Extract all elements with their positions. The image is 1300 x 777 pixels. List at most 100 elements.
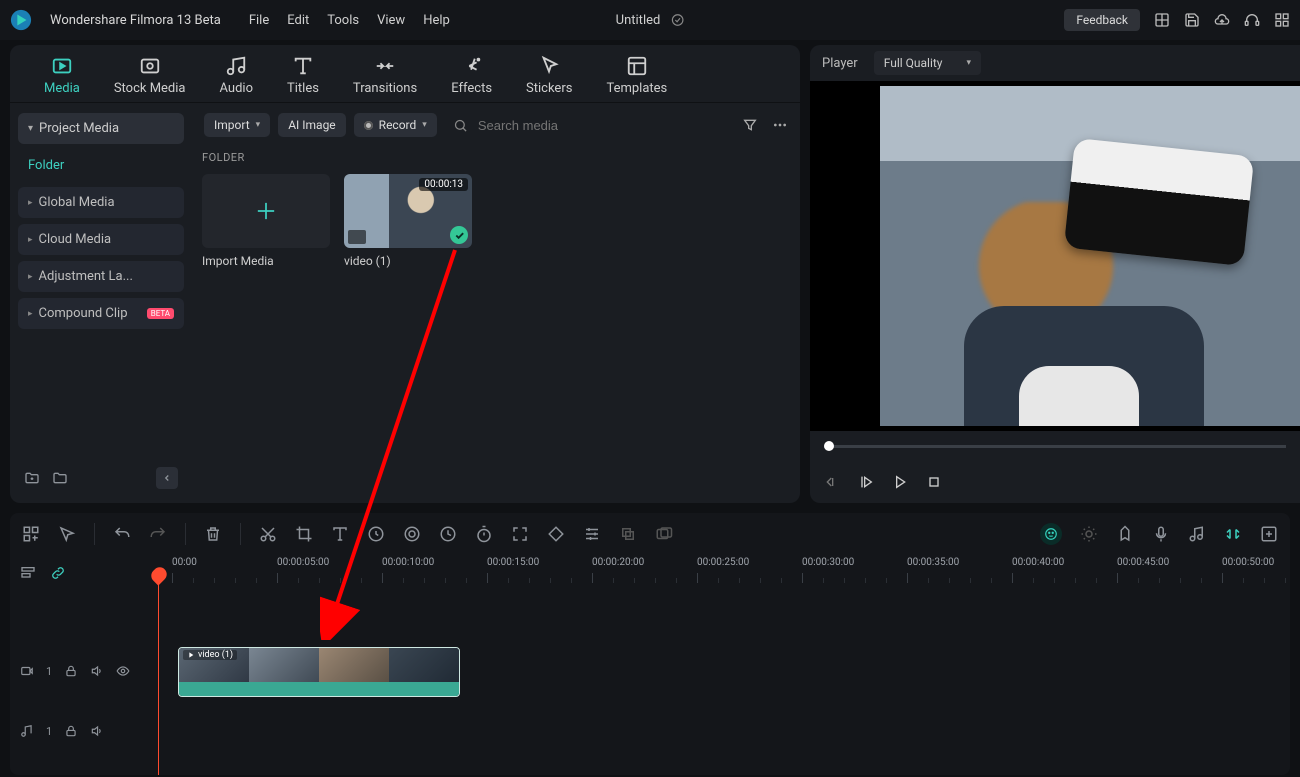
save-icon[interactable] [1184,12,1200,28]
video-track-icon [20,664,34,678]
layout-icon[interactable] [1154,12,1170,28]
sidebar-cloud-media[interactable]: ▸ Cloud Media [18,224,184,255]
step-icon[interactable] [858,474,874,490]
lock-icon[interactable] [64,724,78,738]
mute-icon[interactable] [90,724,104,738]
speed-icon[interactable] [439,525,457,543]
timeline-clip[interactable]: video (1) [178,647,460,697]
menu-help[interactable]: Help [423,13,450,28]
sidebar-adjustment-layer[interactable]: ▸ Adjustment La... [18,261,184,292]
ai-assistant-icon[interactable] [1040,523,1062,545]
ruler-tick-label: 00:00:05:00 [277,557,329,568]
timer-icon[interactable] [475,525,493,543]
voiceover-icon[interactable] [1152,525,1170,543]
tab-transitions[interactable]: Transitions [353,55,417,96]
render-icon[interactable] [655,525,673,543]
undo-icon[interactable] [113,525,131,543]
media-icon [51,55,73,77]
colorwheel-icon[interactable] [403,525,421,543]
track-manager-icon[interactable] [20,565,36,581]
record-button[interactable]: Record ▾ [354,113,437,137]
delete-icon[interactable] [204,525,222,543]
apps-icon[interactable] [1274,12,1290,28]
pointer-icon[interactable] [58,525,76,543]
ruler-tick-label: 00:00:35:00 [907,557,959,568]
keyframe-icon[interactable] [547,525,565,543]
new-bin-icon[interactable] [52,470,68,486]
crop-icon[interactable] [295,525,313,543]
time-ruler[interactable]: 00:0000:00:05:0000:00:10:0000:00:15:0000… [168,555,1290,591]
import-media-box[interactable] [202,174,330,248]
cloud-upload-icon[interactable] [1214,12,1230,28]
cloud-sync-icon[interactable] [670,13,684,27]
group-icon[interactable] [619,525,637,543]
timeline-toolbar [10,513,1290,555]
sidebar-folder[interactable]: Folder [18,150,184,181]
sidebar-compound-clip-label: Compound Clip [39,306,128,321]
mute-icon[interactable] [90,664,104,678]
preview-progress[interactable] [810,431,1300,461]
prev-frame-icon[interactable] [824,474,840,490]
tab-media[interactable]: Media [44,55,80,96]
adjust-icon[interactable] [583,525,601,543]
expand-icon[interactable] [1260,525,1278,543]
marker-icon[interactable] [1116,525,1134,543]
new-folder-icon[interactable] [24,470,40,486]
menu-view[interactable]: View [377,13,405,28]
titlebar: Wondershare Filmora 13 Beta File Edit To… [0,0,1300,40]
tab-titles-label: Titles [287,81,319,96]
play-icon[interactable] [892,474,908,490]
tab-stock-media[interactable]: Stock Media [114,55,186,96]
sidebar-compound-clip[interactable]: ▸ Compound Clip BETA [18,298,184,329]
tab-titles[interactable]: Titles [287,55,319,96]
audio-enhance-icon[interactable] [1080,525,1098,543]
headset-icon[interactable] [1244,12,1260,28]
ai-image-button[interactable]: AI Image [278,113,345,137]
speedramp-icon[interactable] [367,525,385,543]
import-media-card[interactable]: Import Media [202,174,330,268]
sidebar-global-media[interactable]: ▸ Global Media [18,187,184,218]
quality-dropdown[interactable]: Full Quality ▾ [874,51,981,75]
media-clip-card[interactable]: 00:00:13 video (1) [344,174,472,268]
menu-file[interactable]: File [249,13,269,28]
tab-effects[interactable]: Effects [451,55,492,96]
redo-icon[interactable] [149,525,167,543]
stop-icon[interactable] [926,474,942,490]
link-icon[interactable] [50,565,66,581]
effects-icon [461,55,483,77]
stock-media-icon [139,55,161,77]
visibility-icon[interactable] [116,664,130,678]
menu-edit[interactable]: Edit [287,13,309,28]
text-icon[interactable] [331,525,349,543]
progress-handle[interactable] [824,441,834,451]
lock-icon[interactable] [64,664,78,678]
tab-stickers[interactable]: Stickers [526,55,572,96]
media-content: Import ▾ AI Image Record ▾ [192,103,800,503]
cut-icon[interactable] [259,525,277,543]
tab-templates-label: Templates [606,81,667,96]
menu-tools[interactable]: Tools [327,13,359,28]
search-media[interactable] [453,117,660,134]
project-title-wrap: Untitled [616,13,685,28]
import-button[interactable]: Import ▾ [204,113,270,137]
filter-icon[interactable] [742,117,758,133]
search-input[interactable] [476,117,660,134]
media-clip-thumb[interactable]: 00:00:13 [344,174,472,248]
playhead[interactable] [158,569,159,775]
library-tabs: Media Stock Media Audio Titles Transitio… [10,45,800,103]
more-icon[interactable] [772,117,788,133]
auto-ripple-icon[interactable] [1224,525,1242,543]
tab-templates[interactable]: Templates [606,55,667,96]
audio-mixer-icon[interactable] [1188,525,1206,543]
ruler-tick-label: 00:00:25:00 [697,557,749,568]
app-logo-icon [10,9,32,31]
sidebar-project-media[interactable]: ▾ Project Media [18,113,184,144]
fitscreen-icon[interactable] [511,525,529,543]
preview-image [880,86,1300,426]
collapse-sidebar-icon[interactable] [156,467,178,489]
addons-icon[interactable] [22,525,40,543]
tab-audio[interactable]: Audio [220,55,253,96]
check-badge-icon [450,226,468,244]
feedback-button[interactable]: Feedback [1064,9,1140,31]
tab-stickers-label: Stickers [526,81,572,96]
